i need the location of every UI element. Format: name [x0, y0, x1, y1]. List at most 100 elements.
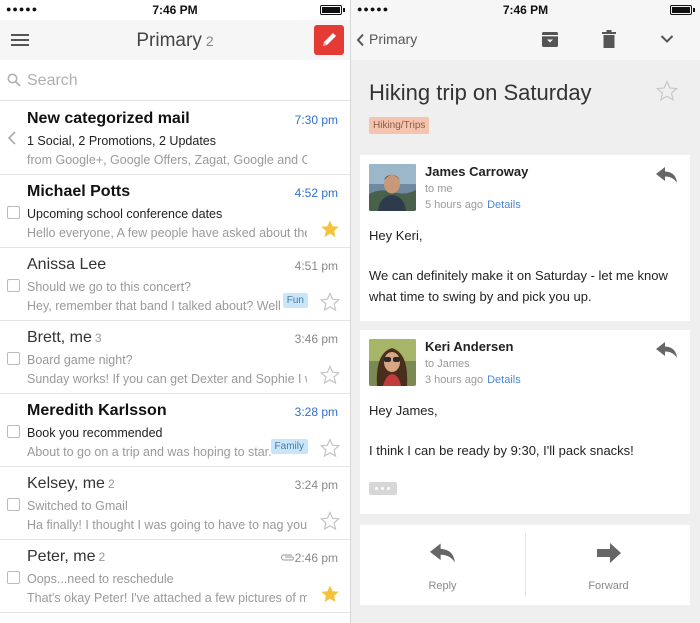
mail-checkbox[interactable]: [7, 352, 20, 365]
mail-snippet: Ha finally! I thought I was going to hav…: [27, 518, 307, 532]
star-outline-icon[interactable]: [320, 365, 340, 385]
avatar: [369, 164, 416, 211]
message-sender: James Carroway: [425, 164, 529, 179]
mail-item[interactable]: Kelsey, me 2 3:24 pm Switched to Gmail Ha…: [0, 467, 350, 540]
mail-sender: New categorized mail: [27, 110, 190, 127]
inbox-header: Primary 2: [0, 20, 350, 60]
inbox-title[interactable]: Primary 2: [0, 30, 350, 52]
forward-icon: [596, 543, 621, 563]
mail-sender: Peter, me 2: [27, 548, 106, 565]
thread-count: 2: [98, 550, 106, 564]
reply-icon[interactable]: [656, 342, 678, 358]
message-recipient: to James: [425, 358, 470, 370]
star-filled-icon[interactable]: [320, 219, 340, 239]
message-body: I think I can be ready by 9:30, I'll pac…: [369, 443, 634, 458]
inbox-pane: ●●●●● 7:46 PM Primary 2 Search New catego…: [0, 0, 350, 623]
mail-subject: 1 Social, 2 Promotions, 2 Updates: [27, 134, 216, 148]
mail-label: Fun: [282, 293, 308, 308]
status-bar: ●●●●● 7:46 PM: [351, 0, 700, 20]
message-time: 5 hours ago Details: [425, 199, 521, 211]
mail-time: 2:46 pm: [294, 551, 338, 565]
battery-icon: [670, 5, 695, 15]
reply-icon[interactable]: [656, 167, 678, 183]
mail-checkbox[interactable]: [7, 206, 20, 219]
mail-snippet: About to go on a trip and was hoping to …: [27, 445, 272, 459]
mail-time: 4:51 pm: [294, 259, 338, 273]
search-bar[interactable]: Search: [0, 61, 350, 101]
message-time: 3 hours ago Details: [425, 374, 521, 386]
mail-checkbox[interactable]: [7, 498, 20, 511]
reply-icon: [429, 543, 455, 563]
mail-item[interactable]: Brett, me 3 3:46 pm Board game night? Sun…: [0, 321, 350, 394]
mail-snippet: That's okay Peter! I've attached a few p…: [27, 591, 307, 605]
message-body: We can definitely make it on Saturday - …: [369, 268, 668, 304]
thread-label[interactable]: Hiking/Trips: [369, 117, 430, 134]
details-link[interactable]: Details: [487, 199, 521, 211]
mail-item[interactable]: Anissa Lee 4:51 pm Should we go to this …: [0, 248, 350, 321]
status-time: 7:46 PM: [502, 3, 549, 17]
mail-sender: Michael Potts: [27, 183, 131, 200]
compose-button[interactable]: [314, 25, 344, 55]
forward-label: Forward: [588, 580, 629, 592]
mail-subject: Board game night?: [27, 353, 133, 367]
mail-sender: Kelsey, me 2: [27, 475, 115, 492]
mail-time: 3:28 pm: [294, 405, 338, 419]
mail-time: 7:30 pm: [294, 113, 338, 127]
search-input[interactable]: Search: [27, 72, 78, 90]
back-button[interactable]: Primary: [356, 31, 417, 47]
mail-item[interactable]: Meredith Karlsson 3:28 pm Book you recom…: [0, 394, 350, 467]
battery-icon: [320, 5, 345, 15]
inbox-title-label: Primary: [136, 30, 202, 51]
mail-time: 3:46 pm: [294, 332, 338, 346]
mail-snippet: Hello everyone, A few people have asked …: [27, 226, 307, 240]
mail-sender: Brett, me 3: [27, 329, 102, 346]
trash-icon[interactable]: [601, 30, 617, 48]
message-card: James Carroway to me 5 hours ago Details …: [360, 155, 690, 321]
thread-header: Primary: [351, 20, 700, 60]
mail-subject: Switched to Gmail: [27, 499, 128, 513]
message-recipient: to me: [425, 183, 453, 195]
mail-subject: Oops...need to reschedule: [27, 572, 174, 586]
forward-button[interactable]: Forward: [526, 525, 691, 605]
search-icon: [7, 73, 21, 87]
mail-subject: Should we go to this concert?: [27, 280, 191, 294]
thread-actions: Reply Forward: [360, 525, 690, 605]
star-filled-icon[interactable]: [320, 584, 340, 604]
pencil-icon: [323, 33, 336, 46]
mail-checkbox[interactable]: [7, 279, 20, 292]
archive-icon[interactable]: [541, 30, 559, 48]
mail-checkbox[interactable]: [7, 425, 20, 438]
mail-subject: Book you recommended: [27, 426, 163, 440]
mail-sender: Anissa Lee: [27, 256, 107, 273]
mail-checkbox[interactable]: [7, 571, 20, 584]
mail-item[interactable]: Michael Potts 4:52 pm Upcoming school co…: [0, 175, 350, 248]
details-link[interactable]: Details: [487, 374, 521, 386]
inbox-unread-count: 2: [205, 33, 214, 49]
chevron-left-icon[interactable]: [7, 131, 17, 145]
chevron-left-icon: [356, 34, 364, 47]
thread-pane: ●●●●● 7:46 PM Primary Hiking trip on Sat…: [351, 0, 700, 623]
message-greeting: Hey James,: [369, 403, 438, 418]
mail-snippet: Hey, remember that band I talked about? …: [27, 299, 282, 313]
star-outline-icon[interactable]: [320, 511, 340, 531]
mail-time: 3:24 pm: [294, 478, 338, 492]
mail-sender: Meredith Karlsson: [27, 402, 167, 419]
star-outline-icon[interactable]: [656, 80, 678, 102]
status-bar: ●●●●● 7:46 PM: [0, 0, 350, 20]
attachment-icon: [280, 554, 295, 561]
mail-item[interactable]: New categorized mail 7:30 pm 1 Social, 2…: [0, 102, 350, 175]
mail-item[interactable]: Peter, me 2 2:46 pm Oops...need to resche…: [0, 540, 350, 613]
reply-button[interactable]: Reply: [360, 525, 525, 605]
mail-time: 4:52 pm: [294, 186, 338, 200]
avatar: [369, 339, 416, 386]
message-sender: Keri Andersen: [425, 339, 514, 354]
chevron-down-icon[interactable]: [660, 34, 674, 44]
star-outline-icon[interactable]: [320, 438, 340, 458]
mail-snippet: from Google+, Google Offers, Zagat, Goog…: [27, 153, 307, 167]
thread-subject: Hiking trip on Saturday: [369, 80, 592, 105]
status-time: 7:46 PM: [152, 3, 198, 17]
message-greeting: Hey Keri,: [369, 228, 423, 243]
star-outline-icon[interactable]: [320, 292, 340, 312]
mail-subject: Upcoming school conference dates: [27, 207, 223, 221]
show-quoted-button[interactable]: [369, 482, 397, 495]
